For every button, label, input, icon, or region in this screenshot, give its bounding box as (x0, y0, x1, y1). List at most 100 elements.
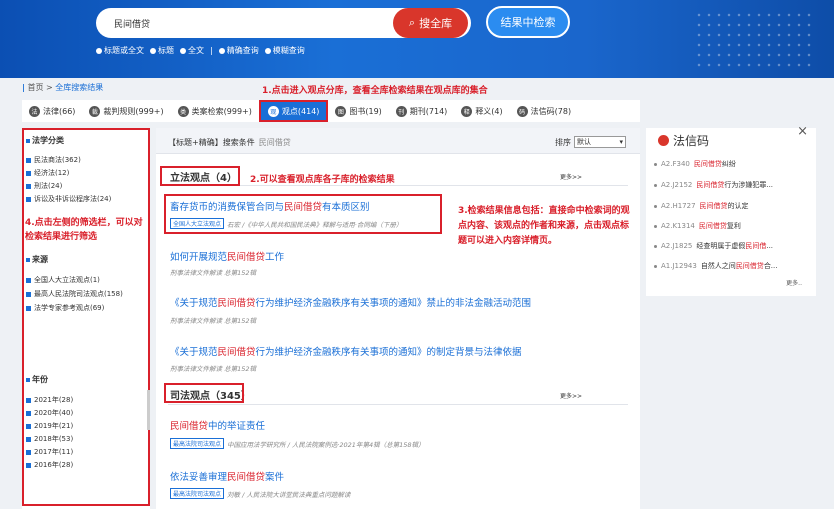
code-highlight: 民间借贷 (698, 222, 727, 230)
sort-select[interactable]: 默认 ▾ (574, 136, 626, 148)
code-text: 合... (763, 262, 778, 270)
result-meta: 刑事法律文件解读 总第152辑 (170, 267, 256, 277)
result-title[interactable]: 民间借贷中的举证责任 (170, 418, 265, 432)
fax-code-title-text: 法信码 (673, 134, 710, 148)
result-title[interactable]: 如何开展规范民间借贷工作 (170, 249, 284, 263)
result-title[interactable]: 《关于规范民间借贷行为维护经济金融秩序有关事项的通知》的制定背景与法律依据 (170, 344, 522, 358)
radio-icon (264, 47, 271, 54)
sort-control: 排序 默认 ▾ (555, 136, 626, 148)
tab-cases[interactable]: 类类案检索(999+) (171, 100, 259, 122)
title-highlight: 民间借贷 (217, 298, 256, 309)
code-text: 纠纷 (721, 160, 736, 168)
result-meta: 最高法院司法观点 中国应用法学研究所 / 人民法院案例选·2021年第4辑（总第1… (170, 438, 425, 449)
condition-bar: 【标题+精确】搜索条件 民间借贷 排序 默认 ▾ (156, 128, 640, 154)
option-title-or-fulltext[interactable]: 标题或全文 (96, 45, 144, 56)
search-all-label: 搜全库 (419, 17, 453, 30)
title-text: 如何开展规范 (170, 252, 228, 263)
code-item[interactable]: A2.H1727 民间借贷的认定 (654, 201, 749, 211)
option-label: 全文 (188, 46, 204, 55)
tab-code[interactable]: 码法信码(78) (510, 100, 578, 122)
code-id: A2.J2152 (661, 181, 693, 189)
breadcrumb-current[interactable]: 全库搜索结果 (55, 83, 103, 92)
bullet-icon (654, 183, 657, 187)
title-text: 依法妥善审理 (170, 472, 228, 483)
more-link[interactable]: 更多.. (786, 278, 802, 287)
divider (168, 404, 628, 405)
code-icon (658, 135, 669, 146)
tab-label: 裁判规则(999+) (103, 106, 164, 116)
source-badge: 最高法院司法观点 (170, 488, 225, 499)
title-text: 案件 (265, 472, 285, 483)
condition-label: 【标题+精确】搜索条件 民间借贷 (168, 137, 291, 148)
option-exact[interactable]: 精确查询 (218, 45, 259, 56)
code-item[interactable]: A1.J12943 自然人之间民间借贷合... (654, 261, 778, 271)
code-item[interactable]: A2.J1825 经查明属于虚假民间借... (654, 241, 773, 251)
title-text: 《关于规范 (170, 298, 218, 309)
annotation-box-filters (22, 128, 150, 506)
fax-code-title: 法信码 (658, 132, 709, 149)
option-label: 模糊查询 (272, 46, 305, 55)
result-title[interactable]: 《关于规范民间借贷行为维护经济金融秩序有关事项的通知》禁止的非法金融活动范围 (170, 295, 531, 309)
code-highlight: 民间借 (745, 242, 767, 250)
result-title[interactable]: 依法妥善审理民间借贷案件 (170, 469, 284, 483)
code-item[interactable]: A2.J2152 民间借贷行为涉嫌犯罪... (654, 180, 773, 190)
tab-journals[interactable]: 刊期刊(714) (389, 100, 455, 122)
code-text: ... (766, 242, 774, 250)
tab-rules[interactable]: 裁裁判规则(999+) (82, 100, 170, 122)
option-fuzzy[interactable]: 模糊查询 (264, 45, 305, 56)
code-item[interactable]: A2.K1314 民间借贷复利 (654, 221, 741, 231)
option-title[interactable]: 标题 (150, 45, 174, 56)
option-fulltext[interactable]: 全文 (180, 45, 204, 56)
tab-law[interactable]: 法法律(66) (22, 100, 82, 122)
code-id: A2.K1314 (661, 222, 695, 230)
option-divider: | (210, 46, 213, 55)
condition-query: 民间借贷 (258, 138, 291, 147)
tab-interpretation[interactable]: 释释义(4) (454, 100, 509, 122)
annotation-3: 3.检索结果信息包括：直接命中检索词的观点内容、该观点的作者和来源，点击观点标题… (458, 206, 630, 246)
code-text: 复利 (726, 222, 741, 230)
code-id: A2.J1825 (661, 242, 693, 250)
annotation-box-judicial (164, 383, 244, 403)
viewpoint-icon: 观 (267, 105, 279, 117)
case-icon: 类 (177, 105, 189, 117)
title-highlight: 民间借贷 (217, 347, 256, 358)
tab-label: 法信码(78) (530, 106, 572, 116)
annotation-1: 1.点击进入观点分库，查看全库检索结果在观点库的集合 (262, 86, 488, 96)
title-highlight: 民间借贷 (227, 252, 266, 263)
search-icon: ⌕ (408, 16, 416, 29)
search-all-button[interactable]: ⌕ 搜全库 (393, 8, 468, 38)
header: ⌕ 搜全库 结果中检索 标题或全文 标题 全文 | 精确查询 模糊查询 (0, 0, 834, 78)
breadcrumb-home[interactable]: 首页 (27, 83, 43, 92)
close-icon[interactable]: × (797, 124, 808, 139)
code-item[interactable]: A2.F340 民间借贷纠纷 (654, 159, 736, 169)
tab-viewpoint[interactable]: 观观点(414) (258, 100, 329, 122)
code-highlight: 民间借贷 (735, 262, 764, 270)
code-id: A1.J12943 (661, 262, 697, 270)
tabs: 法法律(66) 裁裁判规则(999+) 类类案检索(999+) 观观点(414)… (22, 100, 640, 122)
more-link[interactable]: 更多>> (560, 172, 582, 181)
sort-value: 默认 (577, 138, 591, 146)
bullet-icon (654, 264, 657, 268)
result-meta: 刑事法律文件解读 总第152辑 (170, 315, 256, 325)
sort-label: 排序 (555, 137, 571, 147)
search-in-results-label: 结果中检索 (500, 16, 556, 29)
result-meta: 最高法院司法观点 刘敏 / 人民法院大讲堂民法典重点问题解读 (170, 488, 350, 499)
code-id: A2.F340 (661, 160, 690, 168)
radio-icon (150, 47, 156, 54)
search-in-results-button[interactable]: 结果中检索 (486, 6, 570, 38)
journal-icon: 刊 (395, 105, 407, 117)
search-input[interactable] (114, 15, 374, 31)
option-label: 标题或全文 (104, 46, 144, 55)
book-icon: 图 (335, 105, 347, 117)
more-link[interactable]: 更多>> (560, 391, 582, 400)
tab-books[interactable]: 图图书(19) (328, 100, 388, 122)
radio-icon (96, 47, 102, 54)
meta-text: 中国应用法学研究所 / 人民法院案例选·2021年第4辑（总第158辑） (227, 440, 425, 449)
chevron-down-icon: ▾ (619, 138, 623, 146)
code-highlight: 民间借贷 (693, 160, 722, 168)
title-text: 行为维护经济金融秩序有关事项的通知》的制定背景与法律依据 (255, 347, 522, 358)
annotation-2: 2.可以查看观点库各子库的检索结果 (250, 175, 395, 185)
radio-icon (218, 47, 225, 54)
tab-label: 类案检索(999+) (191, 106, 252, 116)
filter-scrollbar[interactable] (147, 390, 150, 430)
